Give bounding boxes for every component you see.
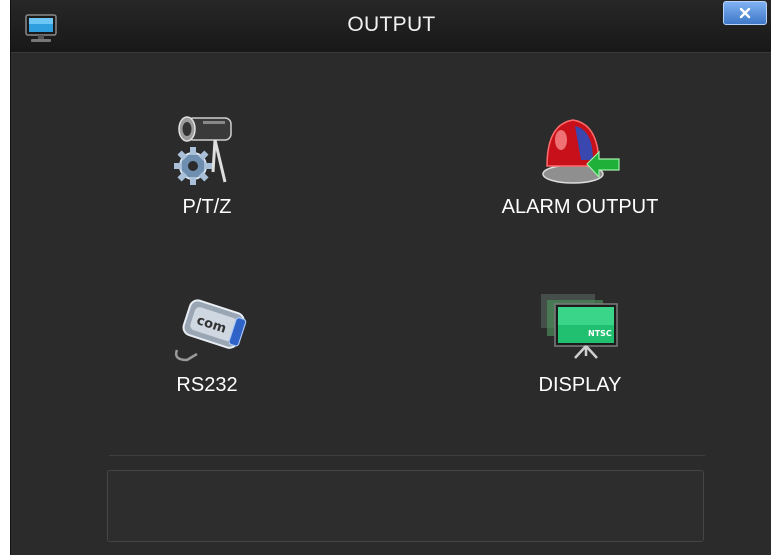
menu-item-display[interactable]: NTSC DISPLAY — [470, 290, 690, 397]
menu-item-alarm-output[interactable]: ALARM OUTPUT — [470, 112, 690, 219]
menu-item-ptz[interactable]: P/T/Z — [97, 112, 317, 219]
ptz-camera-gear-icon — [97, 112, 317, 192]
output-window: OUTPUT P/T/Z ALARM OUTPUT com RS232 NTSC… — [10, 0, 771, 555]
close-button[interactable] — [723, 1, 767, 25]
ntsc-monitor-icon: NTSC — [470, 290, 690, 370]
menu-item-rs232[interactable]: com RS232 — [97, 290, 317, 397]
menu-item-label: DISPLAY — [538, 374, 622, 396]
divider — [109, 455, 705, 456]
menu-item-label: P/T/Z — [182, 196, 232, 218]
menu-item-label: ALARM OUTPUT — [501, 196, 659, 218]
svg-text:NTSC: NTSC — [588, 329, 612, 338]
com-port-icon: com — [97, 290, 317, 370]
alarm-siren-icon — [470, 112, 690, 192]
menu-item-label: RS232 — [176, 374, 238, 396]
info-panel — [107, 470, 704, 542]
title-bar: OUTPUT — [11, 0, 771, 53]
window-title: OUTPUT — [347, 13, 436, 36]
close-icon — [739, 7, 751, 19]
